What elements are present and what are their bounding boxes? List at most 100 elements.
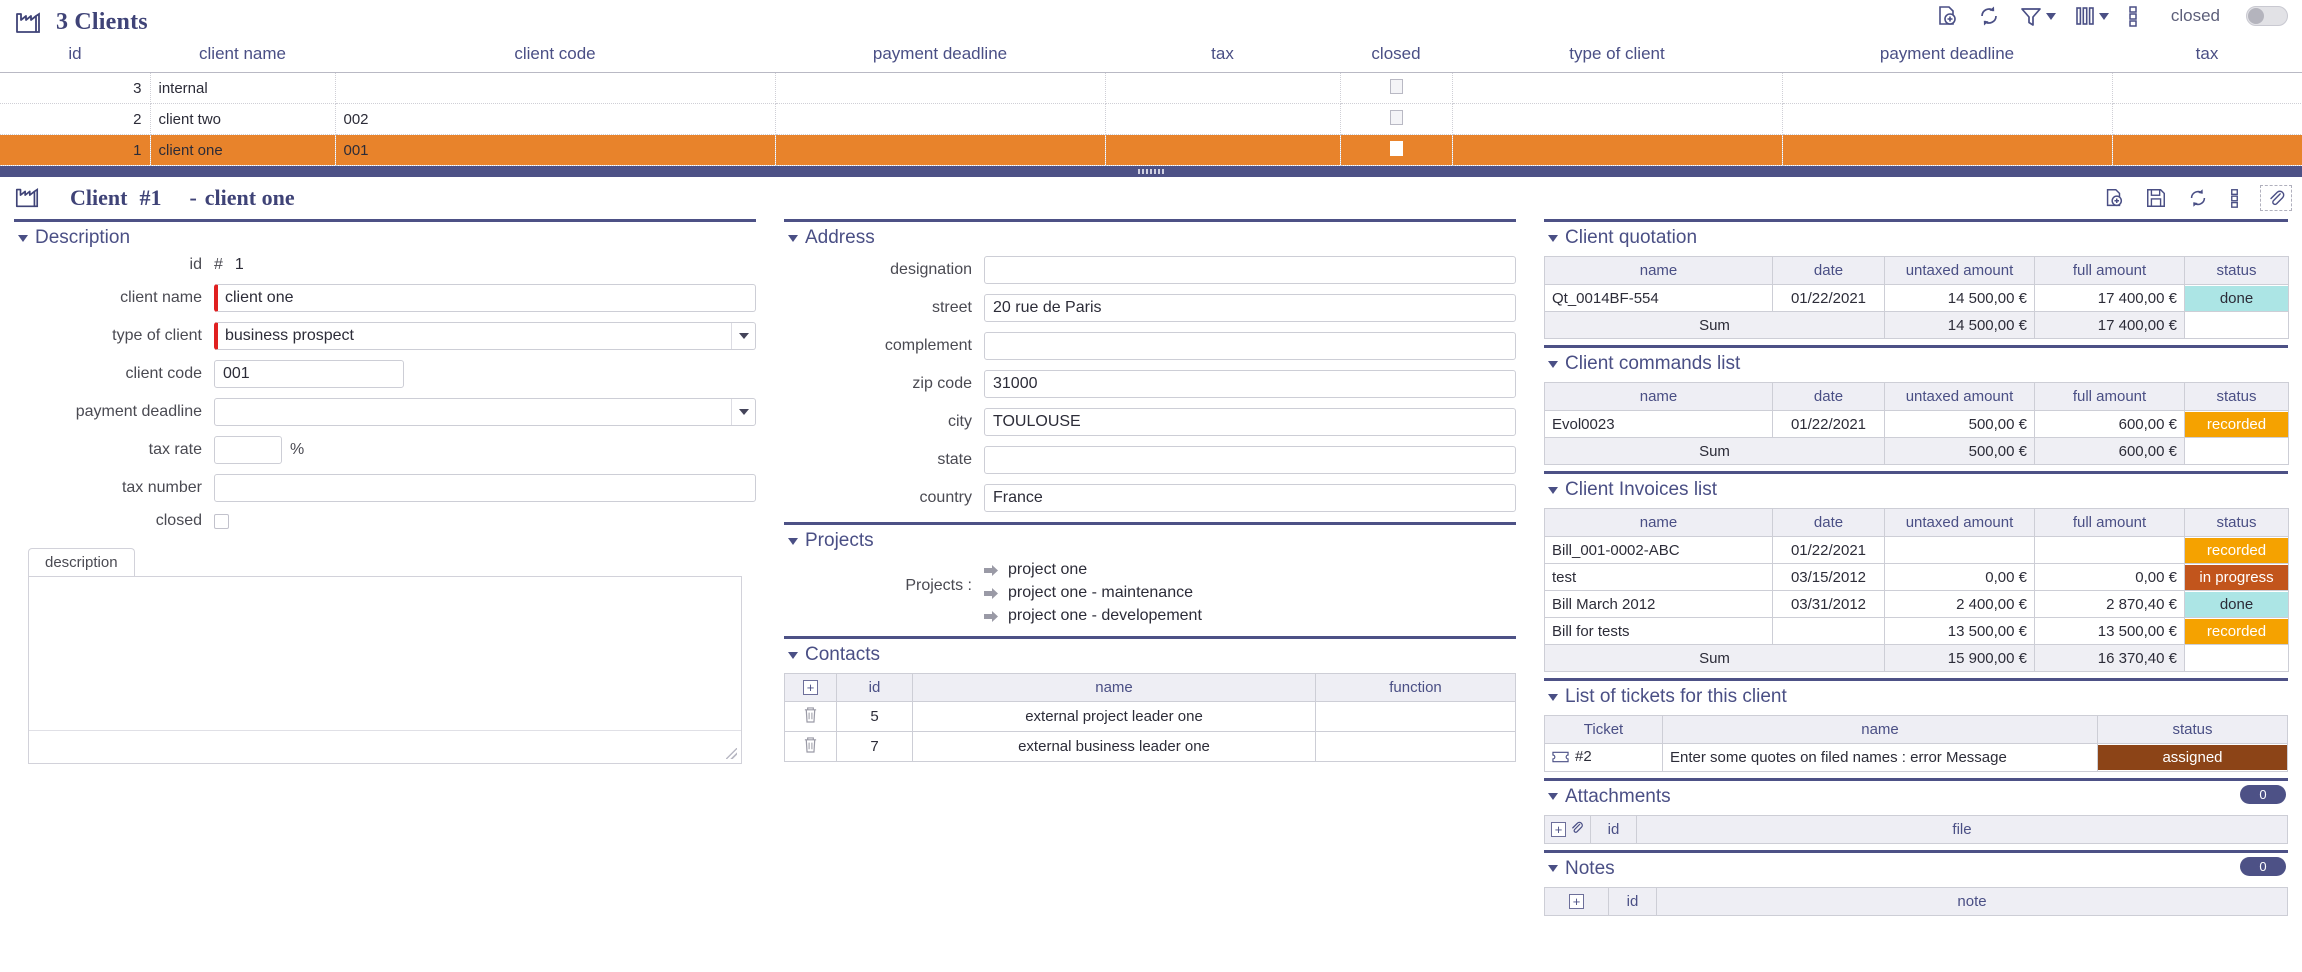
- column-header[interactable]: untaxed amount: [1885, 383, 2035, 411]
- project-link[interactable]: project one: [984, 561, 1202, 579]
- project-link[interactable]: project one - developement: [984, 607, 1202, 625]
- collapse-caret-icon[interactable]: [1548, 361, 1558, 368]
- column-header[interactable]: payment deadline: [775, 40, 1105, 73]
- column-header[interactable]: Ticket: [1545, 716, 1663, 744]
- tax-rate-input[interactable]: [214, 436, 282, 464]
- closed-filter-toggle[interactable]: [2246, 6, 2288, 26]
- column-header[interactable]: tax: [2112, 40, 2302, 73]
- add-attachment-button[interactable]: +: [1551, 822, 1566, 837]
- save-icon[interactable]: [2145, 187, 2167, 209]
- columns-icon[interactable]: [2074, 4, 2109, 28]
- collapse-caret-icon[interactable]: [1548, 793, 1558, 800]
- zip-code-input[interactable]: 31000: [984, 370, 1516, 398]
- type-of-client-select[interactable]: business prospect: [214, 322, 756, 350]
- designation-input[interactable]: [984, 256, 1516, 284]
- add-document-icon[interactable]: [2103, 187, 2125, 209]
- table-row[interactable]: 1client one001: [0, 135, 2302, 166]
- table-row[interactable]: 7external business leader one: [785, 732, 1516, 762]
- row-closed-checkbox[interactable]: [1340, 73, 1452, 104]
- closed-checkbox[interactable]: [214, 514, 229, 529]
- chevron-down-icon[interactable]: [731, 323, 755, 349]
- tab-description[interactable]: description: [28, 548, 135, 576]
- table-row[interactable]: Bill for tests13 500,00 €13 500,00 €reco…: [1545, 618, 2289, 645]
- column-header[interactable]: name: [1663, 716, 2098, 744]
- column-header[interactable]: date: [1773, 257, 1885, 285]
- table-row[interactable]: Bill_001-0002-ABC01/22/2021recorded: [1545, 537, 2289, 564]
- client-code-input[interactable]: 001: [214, 360, 404, 388]
- table-row[interactable]: Bill March 201203/31/20122 400,00 €2 870…: [1545, 591, 2289, 618]
- column-header[interactable]: type of client: [1452, 40, 1782, 73]
- payment-deadline-select[interactable]: [214, 398, 756, 426]
- ticket-link[interactable]: #2: [1545, 744, 1663, 772]
- column-header[interactable]: full amount: [2035, 383, 2185, 411]
- project-link[interactable]: project one - maintenance: [984, 584, 1202, 602]
- column-header[interactable]: status: [2185, 509, 2289, 537]
- description-textarea[interactable]: [28, 576, 742, 764]
- table-row[interactable]: Qt_0014BF-55401/22/202114 500,00 €17 400…: [1545, 285, 2289, 312]
- street-input[interactable]: 20 rue de Paris: [984, 294, 1516, 322]
- table-row[interactable]: test03/15/20120,00 €0,00 €in progress: [1545, 564, 2289, 591]
- column-header[interactable]: full amount: [2035, 257, 2185, 285]
- add-note-button[interactable]: +: [1569, 894, 1584, 909]
- row-closed-checkbox[interactable]: [1340, 135, 1452, 166]
- column-header[interactable]: date: [1773, 383, 1885, 411]
- column-header[interactable]: name: [913, 674, 1316, 702]
- column-header[interactable]: name: [1545, 383, 1773, 411]
- table-row[interactable]: Evol002301/22/2021500,00 €600,00 €record…: [1545, 411, 2289, 438]
- collapse-caret-icon[interactable]: [788, 235, 798, 242]
- paperclip-icon[interactable]: [1569, 820, 1584, 839]
- more-options-icon[interactable]: [2127, 4, 2139, 28]
- collapse-caret-icon[interactable]: [18, 235, 28, 242]
- filter-icon[interactable]: [2019, 4, 2056, 28]
- collapse-caret-icon[interactable]: [1548, 865, 1558, 872]
- table-row[interactable]: 5external project leader one: [785, 702, 1516, 732]
- splitter-grip-icon[interactable]: [1138, 169, 1164, 174]
- delete-contact-button[interactable]: [785, 732, 837, 762]
- column-header[interactable]: client name: [150, 40, 335, 73]
- row-closed-checkbox[interactable]: [1340, 104, 1452, 135]
- paperclip-icon[interactable]: [2260, 185, 2292, 211]
- column-header[interactable]: +: [785, 674, 837, 702]
- column-header[interactable]: status: [2185, 383, 2289, 411]
- column-header[interactable]: closed: [1340, 40, 1452, 73]
- column-header[interactable]: id: [837, 674, 913, 702]
- column-header[interactable]: untaxed amount: [1885, 257, 2035, 285]
- city-input[interactable]: TOULOUSE: [984, 408, 1516, 436]
- refresh-icon[interactable]: [1977, 4, 2001, 28]
- column-header[interactable]: id: [0, 40, 150, 73]
- complement-input[interactable]: [984, 332, 1516, 360]
- column-header[interactable]: client code: [335, 40, 775, 73]
- chevron-down-icon[interactable]: [731, 399, 755, 425]
- column-header[interactable]: payment deadline: [1782, 40, 2112, 73]
- textarea-resize-handle[interactable]: [726, 748, 737, 759]
- add-row-button[interactable]: +: [803, 680, 818, 695]
- collapse-caret-icon[interactable]: [1548, 694, 1558, 701]
- panel-splitter[interactable]: [0, 166, 2302, 177]
- state-input[interactable]: [984, 446, 1516, 474]
- delete-contact-button[interactable]: [785, 702, 837, 732]
- column-header[interactable]: name: [1545, 509, 1773, 537]
- table-row[interactable]: #2Enter some quotes on filed names : err…: [1545, 744, 2288, 772]
- column-header[interactable]: status: [2098, 716, 2288, 744]
- collapse-caret-icon[interactable]: [1548, 487, 1558, 494]
- refresh-icon[interactable]: [2187, 187, 2209, 209]
- column-header[interactable]: status: [2185, 257, 2289, 285]
- more-options-icon[interactable]: [2229, 187, 2240, 209]
- columns-dropdown-caret-icon[interactable]: [2099, 13, 2109, 20]
- table-row[interactable]: 3internal: [0, 73, 2302, 104]
- column-header[interactable]: full amount: [2035, 509, 2185, 537]
- column-header[interactable]: date: [1773, 509, 1885, 537]
- table-row[interactable]: 2client two002: [0, 104, 2302, 135]
- collapse-caret-icon[interactable]: [788, 538, 798, 545]
- column-header[interactable]: function: [1316, 674, 1516, 702]
- client-name-input[interactable]: client one: [214, 284, 756, 312]
- filter-dropdown-caret-icon[interactable]: [2046, 13, 2056, 20]
- column-header[interactable]: name: [1545, 257, 1773, 285]
- column-header[interactable]: untaxed amount: [1885, 509, 2035, 537]
- tax-number-input[interactable]: [214, 474, 756, 502]
- column-header[interactable]: tax: [1105, 40, 1340, 73]
- collapse-caret-icon[interactable]: [1548, 235, 1558, 242]
- country-input[interactable]: France: [984, 484, 1516, 512]
- add-document-icon[interactable]: [1935, 4, 1959, 28]
- collapse-caret-icon[interactable]: [788, 652, 798, 659]
